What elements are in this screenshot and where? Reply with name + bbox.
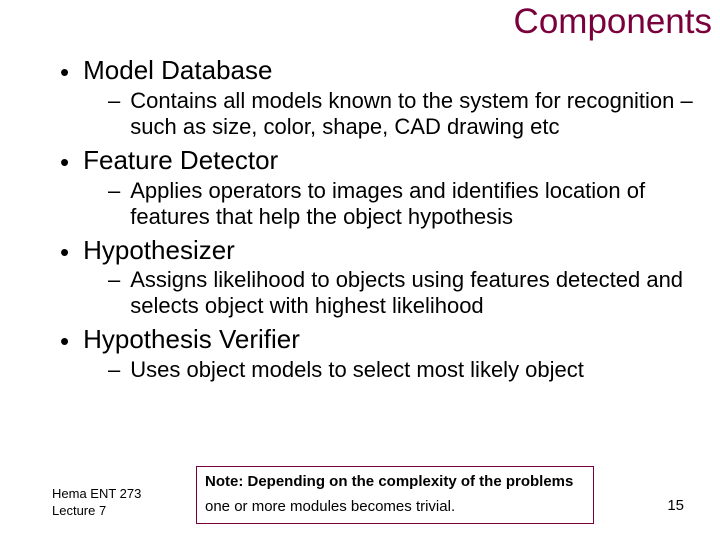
sub-text: Contains all models known to the system …: [130, 88, 700, 140]
note-box: Note: Depending on the complexity of the…: [196, 466, 594, 524]
sub-bullet-item: – Uses object models to select most like…: [108, 357, 700, 383]
bullet-heading: Model Database: [83, 56, 272, 86]
footer-author: Hema ENT 273: [52, 485, 141, 503]
bullet-heading: Hypothesis Verifier: [83, 325, 300, 355]
page-number: 15: [667, 497, 684, 514]
sub-text: Assigns likelihood to objects using feat…: [130, 267, 700, 319]
sub-text: Applies operators to images and identifi…: [130, 178, 700, 230]
bullet-marker: •: [60, 149, 69, 175]
bullet-item: • Feature Detector: [52, 146, 700, 176]
sub-marker: –: [108, 178, 120, 204]
sub-bullet-item: – Applies operators to images and identi…: [108, 178, 700, 230]
bullet-item: • Hypothesizer: [52, 236, 700, 266]
bullet-item: • Model Database: [52, 56, 700, 86]
bullet-heading: Hypothesizer: [83, 236, 235, 266]
bullet-marker: •: [60, 328, 69, 354]
sub-marker: –: [108, 267, 120, 293]
bullet-heading: Feature Detector: [83, 146, 278, 176]
sub-marker: –: [108, 88, 120, 114]
note-line2: one or more modules becomes trivial.: [205, 498, 585, 515]
sub-marker: –: [108, 357, 120, 383]
bullet-marker: •: [60, 59, 69, 85]
note-line1: Note: Depending on the complexity of the…: [205, 473, 585, 490]
content-area: • Model Database – Contains all models k…: [52, 56, 700, 389]
bullet-marker: •: [60, 239, 69, 265]
slide-title: Components: [514, 2, 712, 42]
footer-lecture: Lecture 7: [52, 502, 141, 520]
bullet-item: • Hypothesis Verifier: [52, 325, 700, 355]
footer-left: Hema ENT 273 Lecture 7: [52, 485, 141, 520]
sub-text: Uses object models to select most likely…: [130, 357, 584, 383]
sub-bullet-item: – Contains all models known to the syste…: [108, 88, 700, 140]
sub-bullet-item: – Assigns likelihood to objects using fe…: [108, 267, 700, 319]
